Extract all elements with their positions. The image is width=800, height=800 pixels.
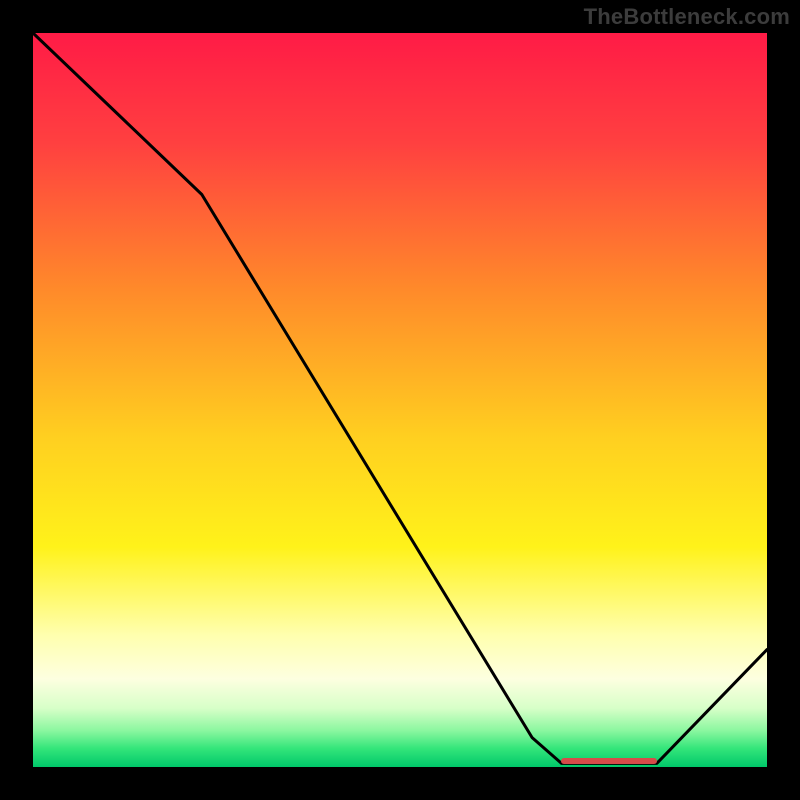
plot-area: [33, 33, 767, 767]
plot-frame: [30, 30, 770, 770]
x-axis-line: [30, 767, 770, 770]
curve-line: [33, 33, 767, 767]
chart-stage: TheBottleneck.com: [0, 0, 800, 800]
watermark-text: TheBottleneck.com: [584, 4, 790, 30]
highlight-marker: [561, 758, 656, 764]
